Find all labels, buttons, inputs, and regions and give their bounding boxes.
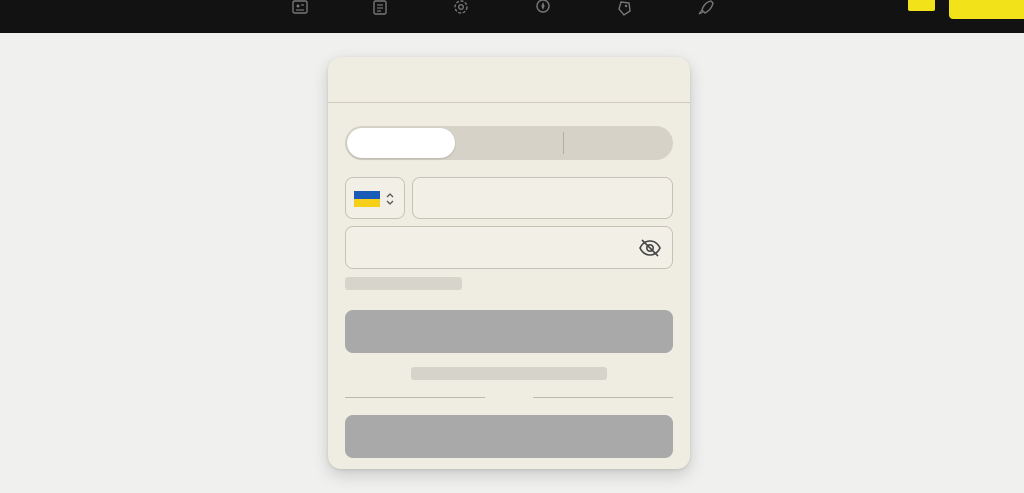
segment-tab-2[interactable]: [457, 128, 563, 158]
country-code-select[interactable]: [345, 177, 405, 219]
accent-indicator: [908, 0, 935, 11]
document-list-icon[interactable]: [367, 0, 393, 16]
login-button[interactable]: [345, 310, 673, 353]
forgot-password-link[interactable]: [411, 367, 607, 380]
tag-icon[interactable]: [612, 0, 638, 16]
phone-number-input[interactable]: [413, 178, 672, 218]
login-card: [328, 57, 690, 469]
ukraine-flag-icon: [354, 191, 380, 207]
top-navigation-bar: [0, 0, 1024, 33]
segment-divider: [563, 132, 564, 154]
compass-icon[interactable]: [530, 0, 556, 16]
segment-tab-1[interactable]: [347, 128, 455, 158]
login-method-segmented-control: [345, 126, 673, 160]
profile-card-icon[interactable]: [287, 0, 313, 16]
segment-tab-3[interactable]: [565, 128, 671, 158]
settings-gear-icon[interactable]: [448, 0, 474, 16]
password-field[interactable]: [345, 226, 673, 269]
rocket-icon[interactable]: [693, 0, 719, 16]
alternative-login-button[interactable]: [345, 415, 673, 458]
password-hint-text: [345, 277, 462, 290]
password-input[interactable]: [346, 227, 672, 268]
card-header: [328, 57, 690, 103]
phone-number-field[interactable]: [412, 177, 673, 219]
divider-right: [533, 397, 673, 398]
eye-off-icon[interactable]: [638, 238, 662, 258]
chevron-up-down-icon: [386, 193, 394, 205]
divider-left: [345, 397, 485, 398]
primary-action-tab[interactable]: [949, 0, 1024, 19]
